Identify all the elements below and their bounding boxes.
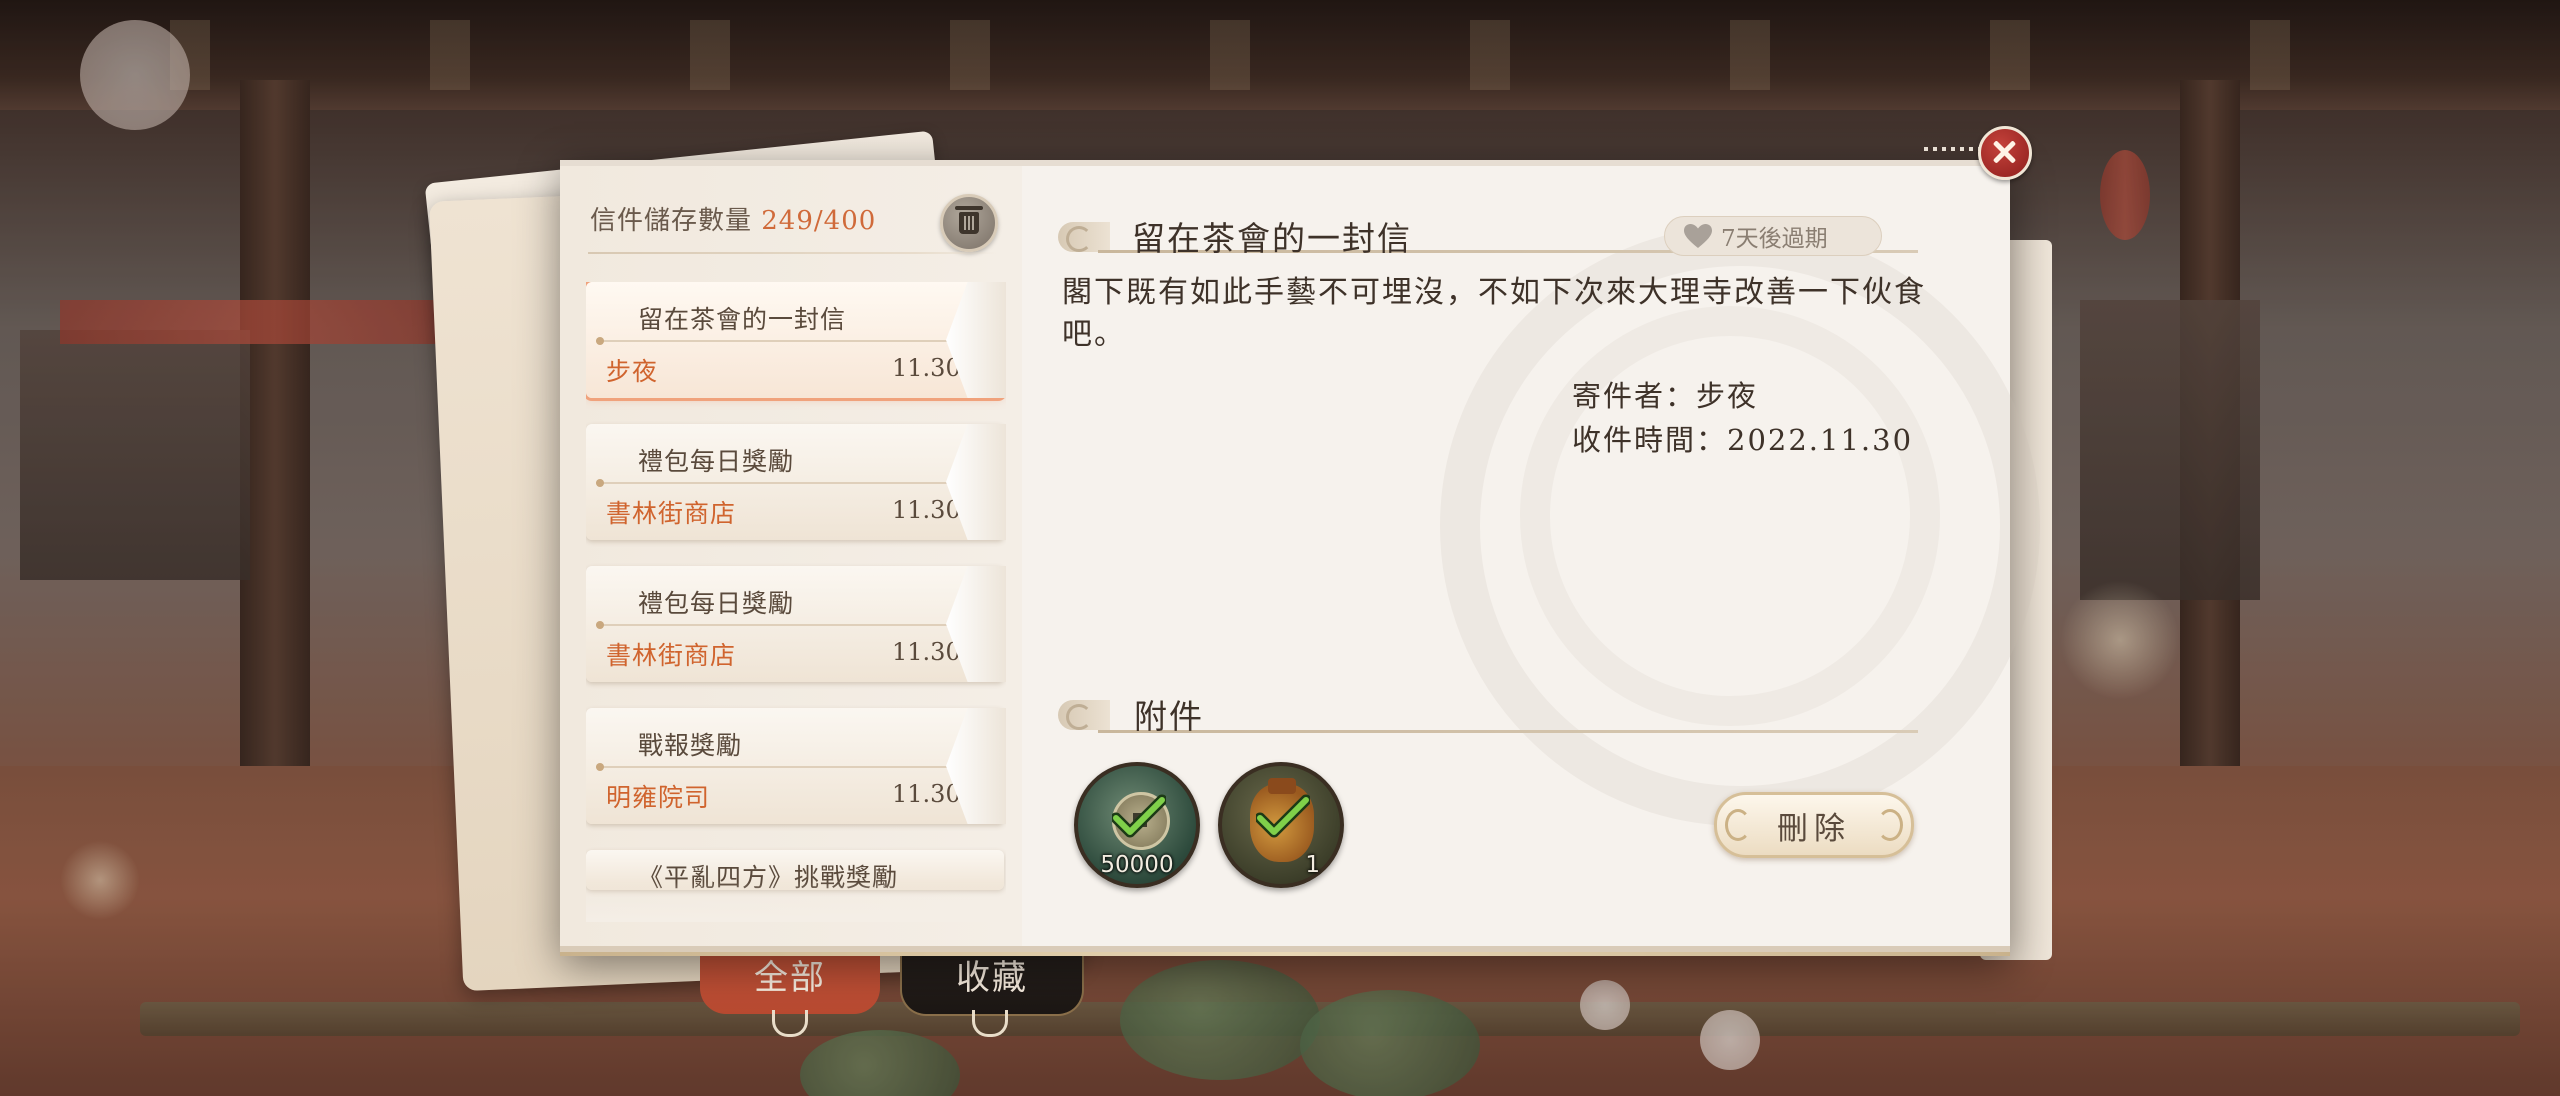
mail-date: 11.30 xyxy=(892,638,961,666)
list-fade xyxy=(586,882,1006,922)
divider xyxy=(588,252,996,254)
scroll-cap-ornament xyxy=(1058,700,1110,730)
tab-tassel xyxy=(972,1010,1008,1037)
mail-title: 禮包每日獎勵 xyxy=(638,589,795,618)
mail-item[interactable]: 禮包每日獎勵 書林街商店 11.30 xyxy=(586,566,1006,682)
attachment-quantity: 1 xyxy=(1305,852,1320,878)
check-icon xyxy=(1112,794,1166,838)
mail-sender: 步夜 xyxy=(606,357,659,386)
mail-sender: 書林街商店 xyxy=(606,641,737,670)
received-time-line: 收件時間：2022.11.30 xyxy=(1572,423,1914,457)
attachment-coin[interactable]: 50000 xyxy=(1074,762,1200,888)
check-icon xyxy=(1256,794,1310,838)
divider xyxy=(596,763,956,771)
expiry-badge: 7天後過期 xyxy=(1664,216,1882,256)
delete-button[interactable]: 刪除 xyxy=(1714,792,1914,858)
mail-list[interactable]: 留在茶會的一封信 步夜 11.30 禮包每日獎勵 書林街商店 11.30 禮包每… xyxy=(586,282,1006,918)
mail-body: 閣下既有如此手藝不可埋沒，不如下次來大理寺改善一下伙食吧。 xyxy=(1062,275,1926,352)
close-dots-decor xyxy=(1924,147,1980,151)
storage-value: 249/400 xyxy=(761,206,877,236)
divider xyxy=(1098,730,1918,733)
mail-sender: 書林街商店 xyxy=(606,499,737,528)
attachment-bag[interactable]: 1 xyxy=(1218,762,1344,888)
mail-date: 11.30 xyxy=(892,496,961,524)
attachment-quantity: 50000 xyxy=(1100,852,1174,878)
mail-detail: 留在茶會的一封信 7天後過期 閣下既有如此手藝不可埋沒，不如下次來大理寺改善一下… xyxy=(1022,166,2010,946)
close-button[interactable] xyxy=(1978,126,2032,180)
trash-button[interactable] xyxy=(940,194,998,252)
attachments-header: 附件 xyxy=(1058,688,1918,736)
mail-date: 11.30 xyxy=(892,780,961,808)
attachments-title: 附件 xyxy=(1134,697,1204,736)
mail-item[interactable]: 戰報獎勵 明雍院司 11.30 xyxy=(586,708,1006,824)
divider xyxy=(596,479,956,487)
mail-title: 禮包每日獎勵 xyxy=(638,447,795,476)
mail-panel: 信件儲存數量 249/400 留在茶會的一封信 步夜 11.30 禮包每日獎勵 … xyxy=(560,160,2040,956)
mail-meta: 寄件者：步夜 收件時間：2022.11.30 xyxy=(1572,374,1913,462)
scroll-cap-ornament xyxy=(1058,222,1110,252)
mail-list-column: 信件儲存數量 249/400 留在茶會的一封信 步夜 11.30 禮包每日獎勵 … xyxy=(560,166,1022,946)
divider xyxy=(596,621,956,629)
tab-tassel xyxy=(772,1010,808,1037)
mail-title: 留在茶會的一封信 xyxy=(638,305,847,334)
trash-icon xyxy=(955,206,983,234)
mail-title: 戰報獎勵 xyxy=(638,731,743,760)
heart-icon xyxy=(1684,224,1712,248)
mail-sender: 明雍院司 xyxy=(606,783,711,812)
mail-item[interactable]: 禮包每日獎勵 書林街商店 11.30 xyxy=(586,424,1006,540)
sender-line: 寄件者：步夜 xyxy=(1572,379,1759,413)
expiry-text: 7天後過期 xyxy=(1721,226,1828,252)
mail-item[interactable]: 留在茶會的一封信 步夜 11.30 xyxy=(586,282,1006,398)
mail-date: 11.30 xyxy=(892,354,961,382)
storage-count: 信件儲存數量 249/400 xyxy=(590,200,876,237)
divider xyxy=(596,337,956,345)
mail-subject: 留在茶會的一封信 xyxy=(1132,219,1412,258)
storage-label: 信件儲存數量 xyxy=(590,206,762,236)
